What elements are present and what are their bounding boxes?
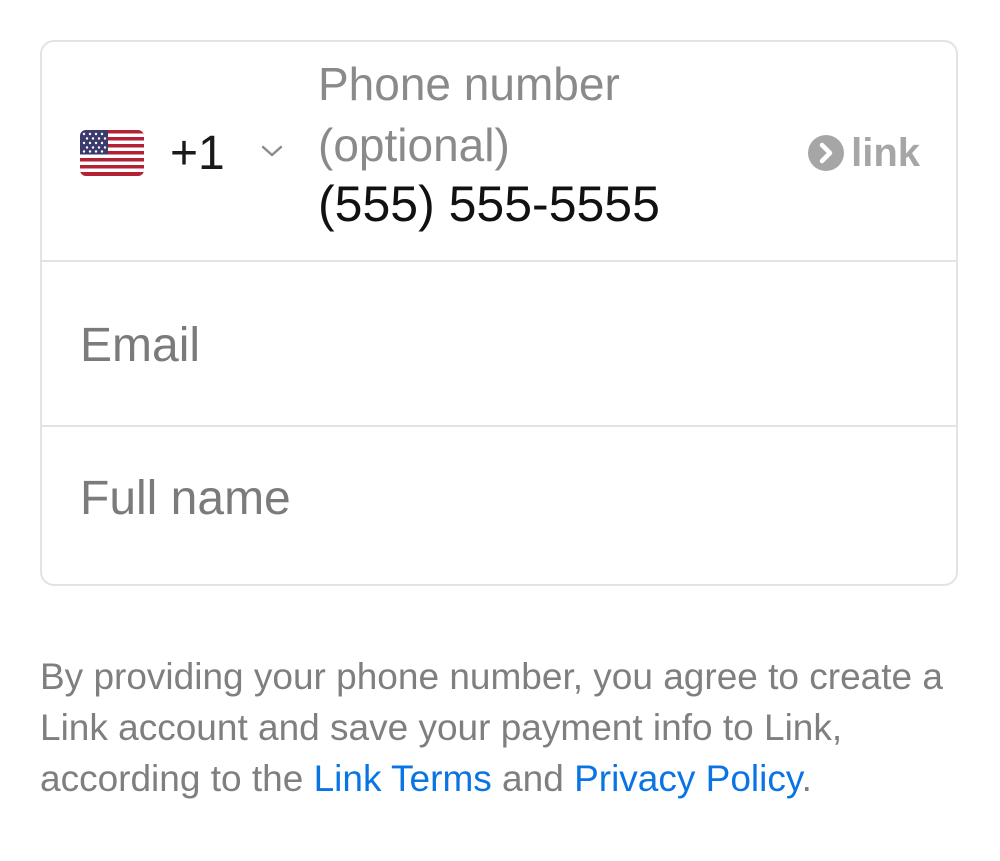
- full-name-field[interactable]: Full name: [42, 427, 956, 584]
- link-badge-text: link: [851, 131, 920, 175]
- country-code[interactable]: +1: [170, 126, 225, 182]
- privacy-policy-link[interactable]: Privacy Policy: [574, 758, 802, 799]
- phone-number-input[interactable]: (555) 555-5555: [318, 174, 660, 234]
- consent-text: By providing your phone number, you agre…: [40, 651, 960, 804]
- consent-text-after: .: [801, 758, 812, 799]
- full-name-placeholder[interactable]: Full name: [80, 471, 291, 527]
- phone-number-row[interactable]: +1 Phone number (optional) (555) 555-555…: [42, 42, 956, 262]
- phone-number-label: Phone number (optional): [318, 58, 620, 171]
- email-placeholder[interactable]: Email: [80, 318, 200, 374]
- link-badge: link: [807, 132, 920, 174]
- email-field[interactable]: Email: [42, 262, 956, 427]
- chevron-down-icon[interactable]: [260, 142, 284, 160]
- link-terms-link[interactable]: Link Terms: [314, 758, 492, 799]
- consent-text-middle: and: [491, 758, 575, 799]
- us-flag-icon[interactable]: [80, 130, 144, 176]
- signup-form-card: +1 Phone number (optional) (555) 555-555…: [40, 40, 958, 586]
- link-logo-icon: [808, 135, 845, 171]
